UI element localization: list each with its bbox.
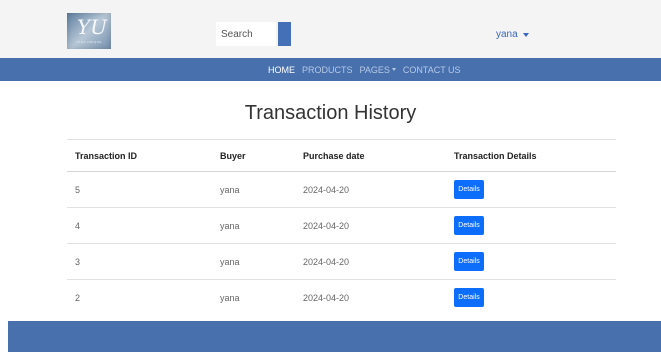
top-header: YU YANA UNIQUE yana (0, 0, 661, 58)
details-cell: Details (446, 171, 616, 208)
main-navbar: HOME PRODUCTS PAGES CONTACT US (0, 58, 661, 81)
purchase-date-cell: 2024-04-20 (295, 171, 446, 208)
transaction-id-cell: 2 (67, 279, 212, 315)
details-button[interactable]: Details (454, 216, 484, 235)
purchase-date-cell: 2024-04-20 (295, 279, 446, 315)
page-footer (8, 321, 661, 352)
table-row: 5 yana 2024-04-20 Details (67, 171, 616, 208)
nav-item-contact-us[interactable]: CONTACT US (403, 65, 461, 75)
nav-item-products[interactable]: PRODUCTS (302, 65, 353, 75)
nav-item-home[interactable]: HOME (268, 65, 295, 75)
buyer-cell: yana (212, 171, 295, 208)
nav-menu: HOME PRODUCTS PAGES CONTACT US (268, 58, 468, 81)
buyer-cell: yana (212, 243, 295, 280)
user-name: yana (496, 29, 518, 40)
buyer-cell: yana (212, 207, 295, 244)
search-input[interactable] (216, 22, 276, 46)
search-button[interactable] (278, 22, 291, 46)
chevron-down-icon (522, 32, 529, 37)
details-button[interactable]: Details (454, 180, 484, 199)
chevron-down-icon (391, 68, 396, 71)
details-button[interactable]: Details (454, 252, 484, 271)
details-cell: Details (446, 207, 616, 244)
transaction-id-cell: 4 (67, 207, 212, 244)
brand-logo[interactable]: YU YANA UNIQUE (67, 13, 111, 49)
search-form (216, 22, 291, 46)
buyer-cell: yana (212, 279, 295, 315)
logo-mark: YU (77, 15, 108, 39)
user-menu-toggle[interactable]: yana (496, 29, 529, 40)
nav-item-pages-label: PAGES (359, 64, 390, 75)
details-cell: Details (446, 243, 616, 280)
page-title: Transaction History (244, 102, 417, 124)
column-header-transaction-id: Transaction ID (67, 139, 212, 172)
table-row: 3 yana 2024-04-20 Details (67, 243, 616, 280)
table-header-row: Transaction ID Buyer Purchase date Trans… (67, 139, 616, 172)
logo-subtext: YANA UNIQUE (76, 40, 102, 44)
column-header-transaction-details: Transaction Details (446, 139, 616, 172)
table-row: 4 yana 2024-04-20 Details (67, 207, 616, 244)
transaction-id-cell: 3 (67, 243, 212, 280)
transaction-id-cell: 5 (67, 171, 212, 208)
column-header-buyer: Buyer (212, 139, 295, 172)
transaction-table: Transaction ID Buyer Purchase date Trans… (67, 139, 616, 315)
purchase-date-cell: 2024-04-20 (295, 243, 446, 280)
purchase-date-cell: 2024-04-20 (295, 207, 446, 244)
details-cell: Details (446, 279, 616, 315)
nav-item-pages[interactable]: PAGES (360, 65, 396, 75)
details-button[interactable]: Details (454, 288, 484, 307)
table-row: 2 yana 2024-04-20 Details (67, 279, 616, 315)
column-header-purchase-date: Purchase date (295, 139, 446, 172)
